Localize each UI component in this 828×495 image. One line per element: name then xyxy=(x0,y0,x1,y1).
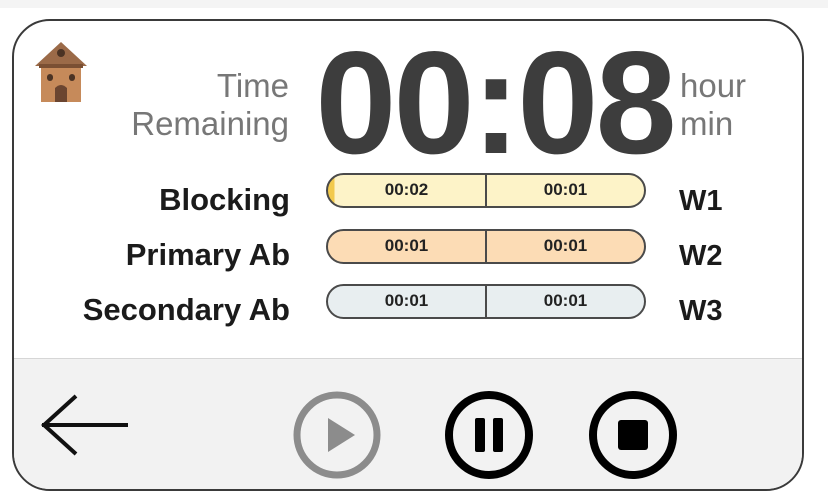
play-icon xyxy=(293,391,381,479)
step-timer-primary-ab[interactable]: 00:01 00:01 xyxy=(326,229,646,264)
remaining-time-display: 00:08 xyxy=(315,21,676,184)
time-remaining-label: Time Remaining xyxy=(131,67,289,142)
step-timer-secondary-ab[interactable]: 00:01 00:01 xyxy=(326,284,646,319)
wash-tag-w1: W1 xyxy=(679,185,723,217)
step-label-secondary-ab: Secondary Ab xyxy=(82,292,290,327)
stop-icon xyxy=(589,391,677,479)
wash-tag-w2: W2 xyxy=(679,240,723,272)
step-time-a: 00:02 xyxy=(328,175,487,206)
control-bar xyxy=(14,358,802,489)
timer-panel: Time Remaining 00:08 hour min Blocking 0… xyxy=(12,19,804,491)
play-button[interactable] xyxy=(292,390,382,485)
step-time-a: 00:01 xyxy=(328,231,487,262)
step-time-b: 00:01 xyxy=(543,291,588,310)
wash-tag-w3: W3 xyxy=(679,295,723,327)
time-unit-label: hour min xyxy=(680,67,747,142)
back-arrow-icon[interactable] xyxy=(38,392,130,463)
stop-button[interactable] xyxy=(588,390,678,485)
step-time-b: 00:01 xyxy=(543,180,588,199)
step-timer-blocking[interactable]: 00:02 00:01 xyxy=(326,173,646,208)
pause-icon xyxy=(445,391,533,479)
home-icon[interactable] xyxy=(31,40,91,106)
step-time-b: 00:01 xyxy=(543,236,588,255)
top-strip xyxy=(0,0,828,8)
step-time-a: 00:01 xyxy=(328,286,487,317)
pause-button[interactable] xyxy=(444,390,534,485)
step-label-primary-ab: Primary Ab xyxy=(125,237,290,272)
step-label-blocking: Blocking xyxy=(159,182,290,217)
